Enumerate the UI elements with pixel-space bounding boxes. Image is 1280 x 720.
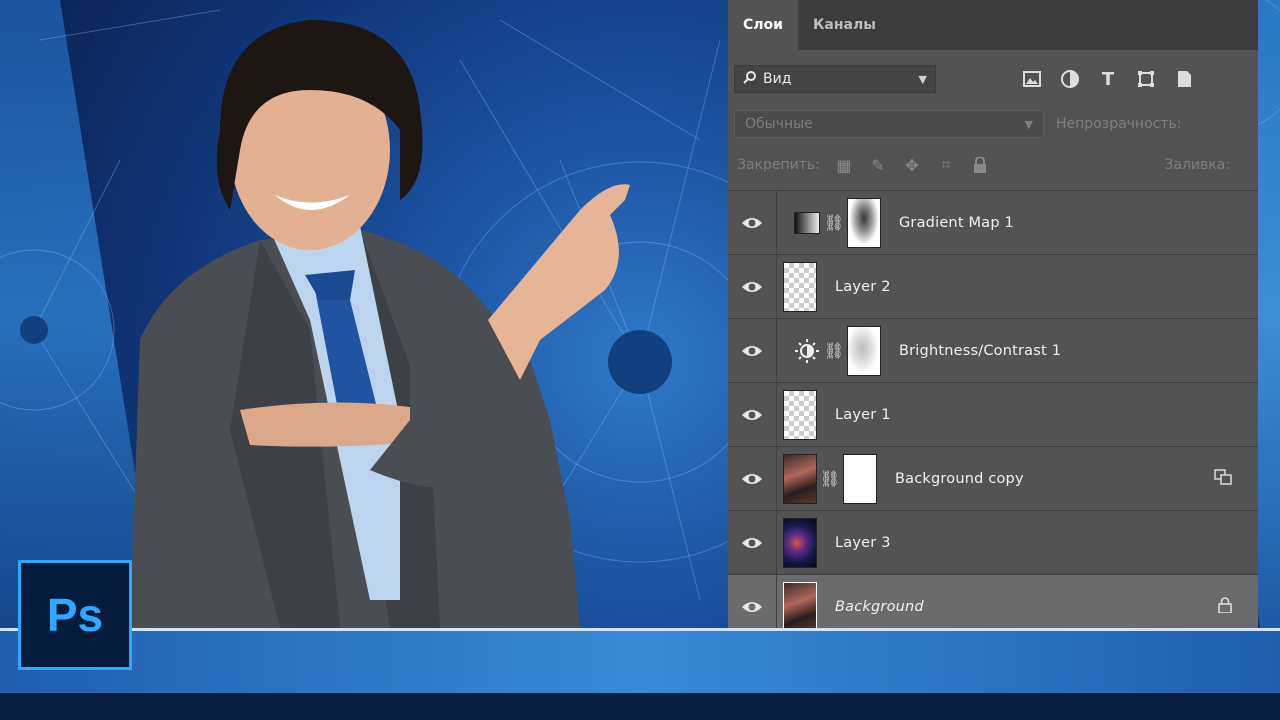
- layer-thumbnail: [783, 517, 817, 568]
- lock-image-pixels-icon[interactable]: ✎: [868, 155, 888, 175]
- layer-filter-row: Вид ▼ T: [728, 50, 1258, 108]
- layer-filter-label: Вид: [763, 71, 792, 87]
- layer-name: Layer 2: [835, 278, 891, 295]
- lock-transparent-pixels-icon[interactable]: ▦: [834, 155, 854, 175]
- shape-filter-icon[interactable]: [1136, 69, 1156, 89]
- layer-row[interactable]: Layer 3: [728, 511, 1258, 575]
- layer-name: Gradient Map 1: [899, 214, 1014, 231]
- layer-row[interactable]: Layer 2: [728, 255, 1258, 319]
- lock-label: Закрепить:: [737, 157, 820, 173]
- smart-object-icon: [1214, 468, 1232, 489]
- visibility-eye-icon[interactable]: [728, 319, 777, 382]
- smart-object-filter-icon[interactable]: [1174, 69, 1194, 89]
- adjustment-filter-icon[interactable]: [1060, 69, 1080, 89]
- blend-mode-value: Обычные: [745, 116, 813, 132]
- layer-thumbnail: [783, 581, 817, 628]
- visibility-eye-icon[interactable]: [728, 511, 777, 574]
- brightness-contrast-icon: [793, 337, 821, 365]
- blend-opacity-row: Обычные ▼ Непрозрачность:: [728, 108, 1258, 140]
- bottom-dark-strip: [0, 693, 1280, 720]
- visibility-eye-icon[interactable]: [728, 255, 777, 318]
- layers-panel: Слои Каналы Вид ▼ T Обычные ▼ Непрозрачн…: [728, 0, 1258, 628]
- lock-all-icon[interactable]: [970, 155, 990, 175]
- smiling-businessman-image: [130, 20, 630, 628]
- chevron-down-icon: ▼: [1024, 117, 1033, 131]
- mask-link-icon[interactable]: ⛓: [824, 341, 844, 360]
- layer-mask-thumbnail[interactable]: [843, 453, 877, 504]
- lock-position-icon[interactable]: ✥: [902, 155, 922, 175]
- lock-fill-row: Закрепить: ▦ ✎ ✥ ⌗ Заливка:: [728, 140, 1258, 191]
- visibility-eye-icon[interactable]: [728, 191, 777, 254]
- tab-channels[interactable]: Каналы: [798, 0, 891, 50]
- blend-mode-dropdown[interactable]: Обычные ▼: [734, 110, 1044, 138]
- search-icon: [743, 70, 757, 88]
- layer-name: Layer 3: [835, 534, 891, 551]
- layer-mask-thumbnail[interactable]: [847, 197, 881, 248]
- layer-row[interactable]: Layer 1: [728, 383, 1258, 447]
- mask-link-icon[interactable]: ⛓: [820, 469, 840, 488]
- lock-icon[interactable]: [1218, 596, 1232, 617]
- visibility-eye-icon[interactable]: [728, 447, 777, 510]
- layer-name: Background copy: [895, 470, 1024, 487]
- layer-row[interactable]: ⛓ Brightness/Contrast 1: [728, 319, 1258, 383]
- layer-thumbnail: [783, 389, 817, 440]
- layer-row-selected[interactable]: Background: [728, 575, 1258, 628]
- lock-artboard-icon[interactable]: ⌗: [936, 155, 956, 175]
- visibility-eye-icon[interactable]: [728, 575, 777, 628]
- layer-row[interactable]: ⛓ Gradient Map 1: [728, 191, 1258, 255]
- photoshop-logo-text: Ps: [46, 589, 104, 641]
- layers-list: ⛓ Gradient Map 1 Layer 2 ⛓ Brightness/Co…: [728, 191, 1258, 628]
- mask-link-icon[interactable]: ⛓: [824, 213, 844, 232]
- opacity-label: Непрозрачность:: [1056, 116, 1182, 132]
- layer-thumbnail: [783, 453, 817, 504]
- bottom-blue-band: [0, 628, 1280, 696]
- layer-mask-thumbnail[interactable]: [847, 325, 881, 376]
- layer-filter-dropdown[interactable]: Вид ▼: [734, 65, 936, 93]
- gradient-map-icon: [793, 209, 821, 237]
- layer-row[interactable]: ⛓ Background copy: [728, 447, 1258, 511]
- panel-tab-bar: Слои Каналы: [728, 0, 1258, 50]
- fill-label: Заливка:: [1164, 157, 1230, 173]
- filter-icons: T: [1022, 69, 1194, 90]
- layer-name: Background: [835, 598, 924, 615]
- tab-layers[interactable]: Слои: [728, 0, 798, 50]
- visibility-eye-icon[interactable]: [728, 383, 777, 446]
- layer-thumbnail: [783, 261, 817, 312]
- chevron-down-icon: ▼: [918, 72, 927, 86]
- image-filter-icon[interactable]: [1022, 69, 1042, 89]
- photoshop-logo: Ps: [18, 560, 132, 670]
- type-filter-icon[interactable]: T: [1098, 69, 1118, 90]
- layer-name: Brightness/Contrast 1: [899, 342, 1062, 359]
- layer-name: Layer 1: [835, 406, 891, 423]
